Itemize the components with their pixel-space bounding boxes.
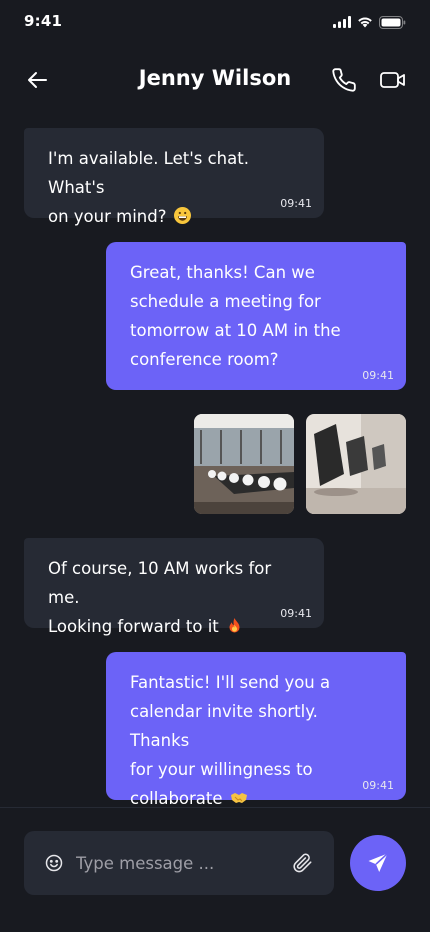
signal-icon xyxy=(333,16,351,28)
message-time: 09:41 xyxy=(362,369,394,382)
conference-room-image[interactable] xyxy=(194,414,294,514)
fire-emoji xyxy=(226,617,243,634)
handshake-emoji xyxy=(230,789,247,806)
message-input[interactable] xyxy=(76,849,276,877)
message-line: calendar invite shortly. Thanks xyxy=(130,702,318,750)
message-line: I'm available. Let's chat. What's xyxy=(48,149,249,197)
message-text: Fantastic! I'll send you a calendar invi… xyxy=(130,668,382,813)
message-time: 09:41 xyxy=(362,779,394,792)
chat-header: Jenny Wilson xyxy=(0,52,430,108)
phone-icon xyxy=(332,68,356,92)
wifi-icon xyxy=(358,17,372,28)
message-line: Of course, 10 AM works for me. xyxy=(48,559,272,607)
message-line: collaborate xyxy=(130,789,223,808)
message-line: on your mind? xyxy=(48,207,167,226)
office-chairs-image[interactable] xyxy=(306,414,406,514)
video-camera-icon xyxy=(380,72,405,88)
message-time: 09:41 xyxy=(280,607,312,620)
message-line: Fantastic! I'll send you a xyxy=(130,673,331,692)
message-text: Of course, 10 AM works for me. Looking f… xyxy=(48,554,300,641)
video-call-button[interactable] xyxy=(376,66,410,94)
message-outgoing: Great, thanks! Can we schedule a meeting… xyxy=(106,242,406,390)
message-text: I'm available. Let's chat. What's on you… xyxy=(48,144,300,231)
message-line: for your willingness to xyxy=(130,760,313,779)
composer-divider xyxy=(0,807,430,808)
message-composer xyxy=(24,831,334,895)
voice-call-button[interactable] xyxy=(328,66,360,94)
status-time: 9:41 xyxy=(24,12,63,30)
message-line: conference room? xyxy=(130,350,279,369)
message-time: 09:41 xyxy=(280,197,312,210)
message-line: Great, thanks! Can we xyxy=(130,263,315,282)
message-line: Looking forward to it xyxy=(48,617,219,636)
paperclip-icon[interactable] xyxy=(292,852,314,874)
smiley-icon[interactable] xyxy=(44,853,64,873)
battery-icon xyxy=(379,15,406,29)
message-line: schedule a meeting for xyxy=(130,292,321,311)
send-icon xyxy=(368,852,389,872)
contact-name: Jenny Wilson xyxy=(138,66,292,90)
message-line: tomorrow at 10 AM in the xyxy=(130,321,341,340)
message-incoming: I'm available. Let's chat. What's on you… xyxy=(24,128,324,226)
message-incoming: Of course, 10 AM works for me. Looking f… xyxy=(24,538,324,636)
send-button[interactable] xyxy=(350,835,406,891)
grinning-face-emoji xyxy=(173,207,191,224)
status-bar: 9:41 xyxy=(0,0,430,44)
status-icons xyxy=(333,14,406,30)
message-text: Great, thanks! Can we schedule a meeting… xyxy=(130,258,382,374)
message-outgoing: Fantastic! I'll send you a calendar invi… xyxy=(106,652,406,808)
